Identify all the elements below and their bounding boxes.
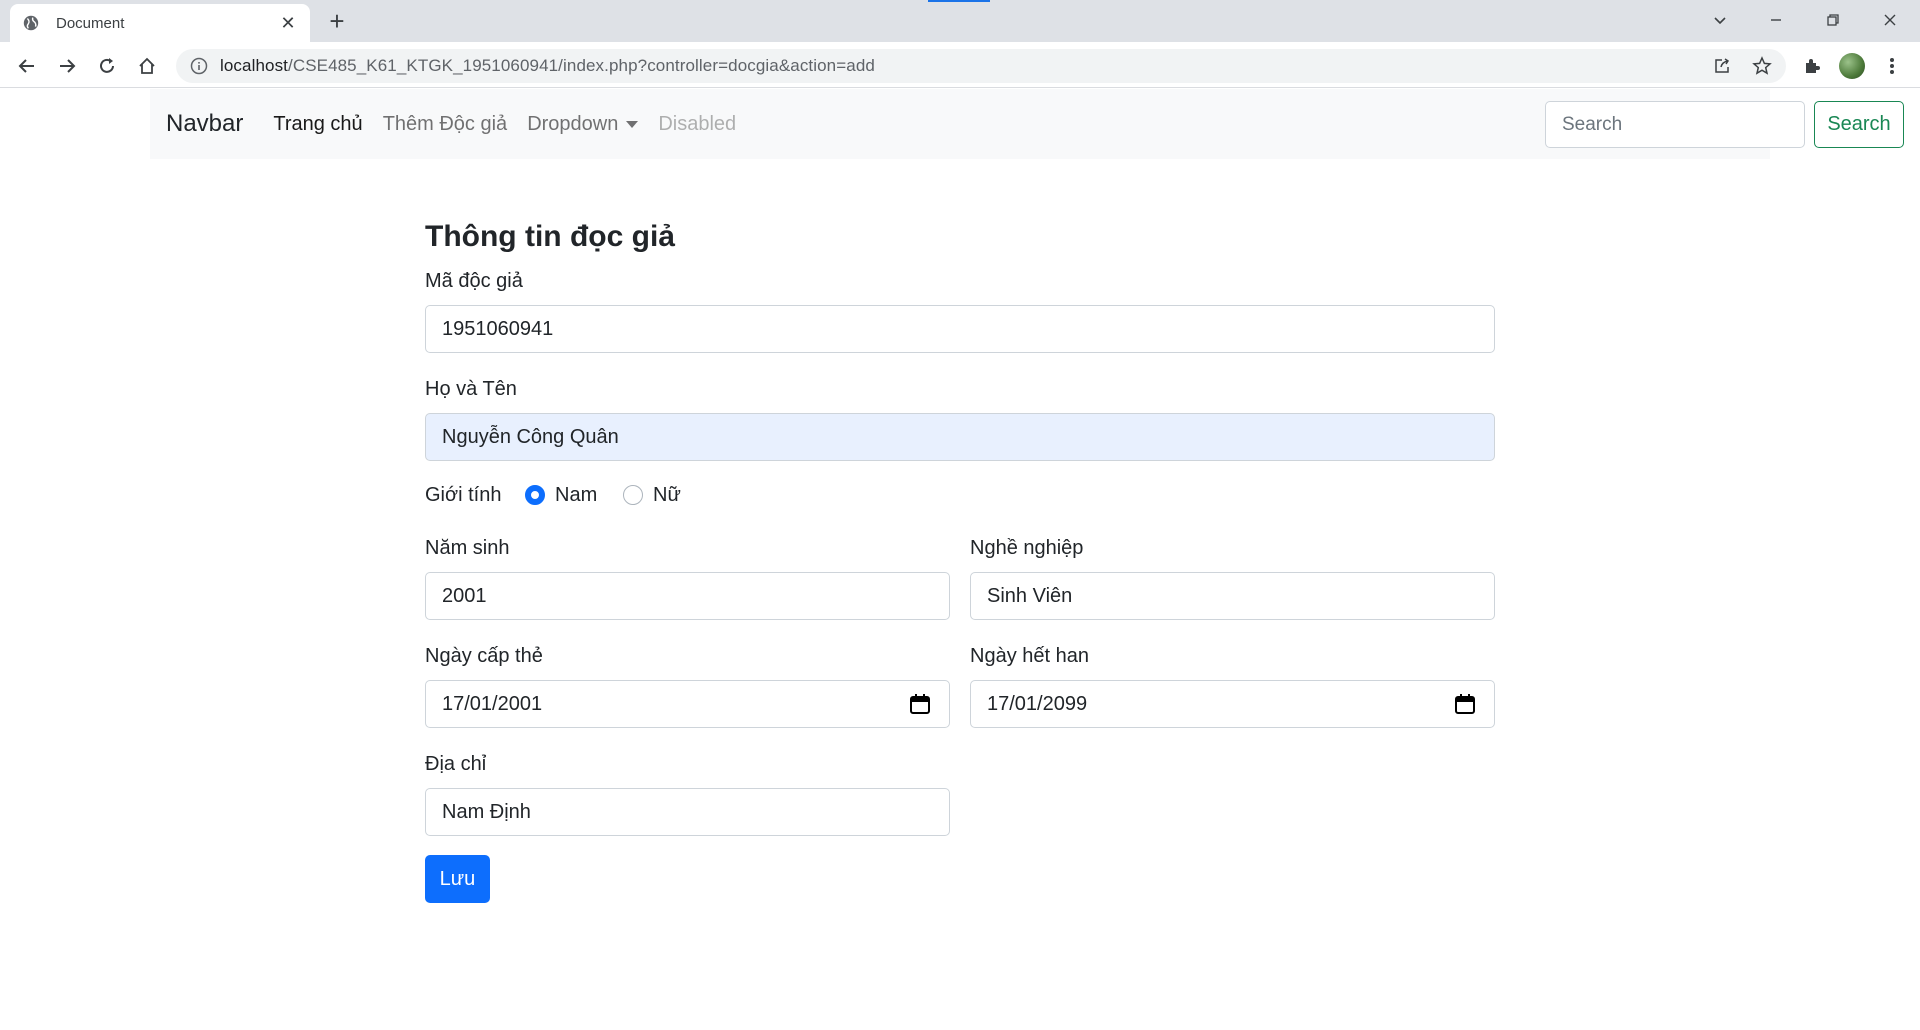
url-text: localhost/CSE485_K61_KTGK_1951060941/ind… xyxy=(220,56,875,75)
extensions-icon[interactable] xyxy=(1798,52,1826,80)
address-label: Địa chỉ xyxy=(425,753,487,775)
birth-year-input[interactable]: 2001 xyxy=(425,572,950,620)
caret-down-icon xyxy=(626,120,639,128)
tab-title: Document xyxy=(56,14,125,32)
full-name-value: Nguyễn Công Quân xyxy=(442,425,619,448)
reload-icon[interactable] xyxy=(93,52,121,80)
gender-option-male[interactable]: Nam xyxy=(555,484,597,507)
address-value: Nam Định xyxy=(442,800,531,823)
nav-link-add-reader[interactable]: Thêm Độc giả xyxy=(383,113,508,136)
address-input[interactable]: Nam Định xyxy=(425,788,950,836)
calendar-icon[interactable] xyxy=(1454,693,1476,715)
reader-id-label: Mã độc giả xyxy=(425,270,523,292)
forward-arrow-icon[interactable] xyxy=(53,52,81,80)
restore-icon[interactable] xyxy=(1805,0,1861,40)
calendar-icon[interactable] xyxy=(909,693,931,715)
close-window-icon[interactable] xyxy=(1862,0,1918,40)
bookmark-star-icon[interactable] xyxy=(1748,52,1776,80)
navbar-brand[interactable]: Navbar xyxy=(166,110,243,138)
expiry-date-input[interactable]: 17/01/2099 xyxy=(970,680,1495,728)
home-icon[interactable] xyxy=(133,52,161,80)
browser-toolbar: localhost/CSE485_K61_KTGK_1951060941/ind… xyxy=(0,42,1920,88)
form-heading: Thông tin đọc giả xyxy=(425,220,675,253)
issue-date-value: 17/01/2001 xyxy=(442,692,543,715)
gender-radio-female[interactable] xyxy=(623,485,643,505)
nav-dropdown[interactable]: Dropdown xyxy=(527,112,639,136)
address-bar[interactable]: localhost/CSE485_K61_KTGK_1951060941/ind… xyxy=(176,49,1786,83)
birth-year-label: Năm sinh xyxy=(425,537,510,559)
save-button[interactable]: Lưu xyxy=(425,855,490,903)
back-arrow-icon[interactable] xyxy=(13,52,41,80)
tab-search-icon[interactable] xyxy=(1692,0,1748,40)
birth-year-value: 2001 xyxy=(442,584,487,607)
occupation-value: Sinh Viên xyxy=(987,584,1073,607)
nav-link-disabled: Disabled xyxy=(658,112,737,135)
expiry-date-label: Ngày hết han xyxy=(970,645,1089,667)
full-name-input[interactable]: Nguyễn Công Quân xyxy=(425,413,1495,461)
browser-tabstrip: Document ✕ + xyxy=(0,0,1920,42)
nav-dropdown-label: Dropdown xyxy=(527,112,619,135)
nav-link-home[interactable]: Trang chủ xyxy=(273,113,362,136)
occupation-label: Nghề nghiệp xyxy=(970,537,1084,559)
browser-tab[interactable]: Document ✕ xyxy=(10,4,310,42)
issue-date-input[interactable]: 17/01/2001 xyxy=(425,680,950,728)
minimize-icon[interactable] xyxy=(1748,0,1804,40)
gender-radio-male[interactable] xyxy=(525,485,545,505)
search-input[interactable] xyxy=(1545,101,1805,148)
globe-icon xyxy=(23,15,39,31)
gender-label: Giới tính xyxy=(425,484,502,506)
full-name-label: Họ và Tên xyxy=(425,378,517,400)
site-navbar: Navbar Trang chủ Thêm Độc giả Dropdown D… xyxy=(150,89,1904,159)
info-icon[interactable] xyxy=(190,57,208,75)
issue-date-label: Ngày cấp thẻ xyxy=(425,645,543,667)
search-button[interactable]: Search xyxy=(1814,101,1904,148)
gender-option-female[interactable]: Nữ xyxy=(653,484,681,507)
profile-avatar[interactable] xyxy=(1838,52,1866,80)
expiry-date-value: 17/01/2099 xyxy=(987,692,1088,715)
close-tab-icon[interactable]: ✕ xyxy=(278,13,298,33)
tab-indicator xyxy=(928,0,990,2)
occupation-input[interactable]: Sinh Viên xyxy=(970,572,1495,620)
reader-id-value: 1951060941 xyxy=(442,317,554,340)
avatar xyxy=(1839,53,1865,79)
new-tab-icon[interactable]: + xyxy=(322,8,352,34)
reader-id-input[interactable]: 1951060941 xyxy=(425,305,1495,353)
more-menu-icon[interactable] xyxy=(1878,52,1906,80)
share-icon[interactable] xyxy=(1708,52,1736,80)
